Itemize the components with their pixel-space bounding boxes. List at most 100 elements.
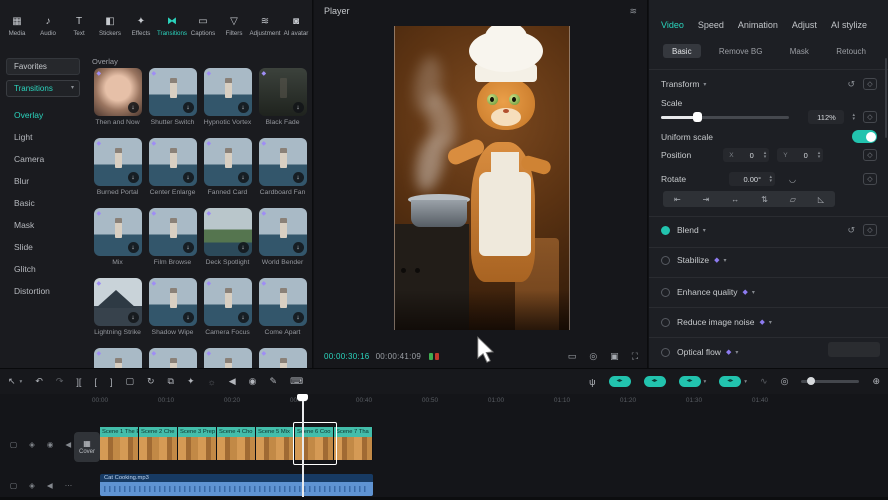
transition-thumbnail[interactable]: ◆↓ (259, 138, 307, 186)
linking-toggle[interactable]: ◂▸ (679, 376, 701, 387)
subtab-retouch[interactable]: Retouch (827, 44, 875, 58)
delete-right-button[interactable]: ] (110, 377, 113, 387)
fullscreen-icon[interactable]: ⛶ (632, 351, 638, 362)
flip-horizontal-icon[interactable]: ↔ (731, 195, 739, 204)
tab-captions[interactable]: ▭Captions (188, 16, 218, 37)
transition-thumbnail[interactable]: ◆↓ (94, 68, 142, 116)
tab-transitions[interactable]: ⧓Transitions (157, 16, 187, 37)
slider-handle[interactable] (693, 112, 702, 122)
transition-thumbnail[interactable]: ◆↓ (259, 68, 307, 116)
mute-icon[interactable]: ◀ (65, 440, 71, 449)
timeline-clip[interactable]: Scene 7 Tha (334, 427, 373, 460)
tab-stickers[interactable]: ◧Stickers (95, 16, 125, 37)
mute-icon[interactable]: ◀ (47, 481, 53, 490)
transition-thumbnail[interactable]: ◆ (204, 348, 252, 368)
slider-handle[interactable] (807, 377, 815, 385)
timeline-clip[interactable]: Scene 4 Cho (217, 427, 256, 460)
reset-icon[interactable]: ↺ (847, 79, 855, 90)
category-blur[interactable]: Blur (0, 170, 86, 192)
tab-filters[interactable]: ▽Filters (219, 16, 249, 37)
reduce-noise-section-header[interactable]: Reduce image noise ◆ ▾ (661, 317, 877, 327)
flip-vertical-icon[interactable]: ⇅ (761, 195, 768, 204)
category-glitch[interactable]: Glitch (0, 258, 86, 280)
rotate-stepper[interactable]: ▴▾ (770, 175, 773, 184)
lock-icon[interactable]: ◈ (29, 481, 35, 490)
category-overlay[interactable]: Overlay (0, 104, 86, 126)
keyframe-icon[interactable]: ◇ (863, 224, 877, 236)
cover-button[interactable]: ▦ Cover (74, 432, 100, 462)
transition-thumbnail[interactable]: ◆↓ (94, 278, 142, 326)
position-x-field[interactable]: X0 ▴▾ (723, 148, 769, 162)
preview-axis-toggle[interactable]: ◂▸ (719, 376, 741, 387)
transition-thumbnail[interactable]: ◆ (259, 348, 307, 368)
keyframe-icon[interactable]: ◇ (863, 111, 877, 123)
position-y-field[interactable]: Y0 ▴▾ (777, 148, 823, 162)
relight-button[interactable]: ☼ (208, 377, 216, 387)
align-right-icon[interactable]: ⇥ (703, 195, 710, 204)
cursor-tool-button[interactable]: ↖ (8, 376, 16, 387)
track-collapse-icon[interactable]: ▢ (10, 440, 17, 449)
transition-thumbnail[interactable]: ◆↓ (94, 138, 142, 186)
tab-adjustment[interactable]: ≋Adjustment (250, 16, 280, 37)
undo-button[interactable]: ↶ (35, 376, 43, 387)
category-camera[interactable]: Camera (0, 148, 86, 170)
reduce-noise-checkbox[interactable] (661, 318, 670, 327)
category-light[interactable]: Light (0, 126, 86, 148)
delete-left-button[interactable]: [ (94, 377, 97, 387)
scale-slider[interactable] (661, 116, 789, 119)
tab-ai-stylize[interactable]: AI stylize (831, 20, 867, 30)
category-slide[interactable]: Slide (0, 236, 86, 258)
shortcut-keyboard-button[interactable]: ⌨ (290, 376, 303, 387)
playhead[interactable] (302, 394, 304, 498)
optical-flow-action-button[interactable] (828, 342, 880, 357)
snapshot-icon[interactable]: ◎ (589, 351, 597, 362)
transition-thumbnail[interactable]: ◆↓ (149, 138, 197, 186)
preview-quality-icon[interactable]: ▣ (610, 351, 619, 362)
timeline-clip[interactable]: Scene 1 The E (100, 427, 139, 460)
timeline-clip[interactable]: Scene 3 Prep (178, 427, 217, 460)
tab-video[interactable]: Video (661, 20, 684, 30)
transition-thumbnail[interactable]: ◆↓ (149, 208, 197, 256)
stabilize-checkbox[interactable] (661, 256, 670, 265)
uniform-scale-toggle[interactable] (852, 130, 877, 143)
video-preview[interactable] (394, 26, 570, 330)
transition-thumbnail[interactable]: ◆↓ (204, 68, 252, 116)
transition-thumbnail[interactable]: ◆↓ (94, 208, 142, 256)
tab-ai-avatar[interactable]: ◙AI avatar (281, 16, 311, 37)
tab-speed[interactable]: Speed (698, 20, 724, 30)
keyframe-icon[interactable]: ◇ (863, 173, 877, 185)
transition-thumbnail[interactable]: ◆↓ (204, 138, 252, 186)
reset-icon[interactable]: ↺ (847, 225, 855, 236)
locate-playhead-button[interactable]: ◎ (781, 376, 789, 387)
redo-button[interactable]: ↷ (56, 376, 64, 387)
inspector-scrollbar[interactable] (885, 58, 887, 138)
magic-wand-button[interactable]: ✦ (187, 376, 195, 387)
reverse-button[interactable]: ↻ (147, 376, 155, 387)
tab-audio[interactable]: ♪Audio (33, 16, 63, 37)
more-icon[interactable]: ⋯ (65, 481, 73, 490)
subtab-basic[interactable]: Basic (663, 44, 701, 58)
split-button[interactable]: ][ (76, 377, 81, 387)
timeline-clip[interactable]: Scene 5 Mix (256, 427, 295, 460)
subtab-remove-bg[interactable]: Remove BG (710, 44, 772, 58)
blend-checkbox[interactable] (661, 226, 670, 235)
subtab-mask[interactable]: Mask (781, 44, 818, 58)
keyframe-icon[interactable]: ◇ (863, 149, 877, 161)
timeline-zoom-slider[interactable] (801, 380, 859, 383)
tab-effects[interactable]: ✦Effects (126, 16, 156, 37)
mute-track-button[interactable]: ◀ (229, 376, 236, 387)
zoom-fit-button[interactable]: ⊕ (872, 376, 880, 387)
transition-thumbnail[interactable]: ◆↓ (259, 278, 307, 326)
transition-thumbnail[interactable]: ◆↓ (204, 208, 252, 256)
chevron-down-icon[interactable]: ▾ (20, 379, 23, 385)
scale-stepper[interactable]: ▴▾ (852, 113, 855, 122)
track-collapse-icon[interactable]: ▢ (10, 481, 17, 490)
curve-speed-icon[interactable]: ∿ (760, 376, 768, 387)
transition-thumbnail[interactable]: ◆ (94, 348, 142, 368)
skew-icon[interactable]: ▱ (790, 195, 796, 204)
pack-dropdown[interactable]: Transitions▾ (6, 80, 80, 97)
tab-animation[interactable]: Animation (738, 20, 778, 30)
tab-media[interactable]: ▦Media (2, 16, 32, 37)
transition-thumbnail[interactable]: ◆↓ (259, 208, 307, 256)
scale-value[interactable]: 112% (808, 110, 844, 124)
